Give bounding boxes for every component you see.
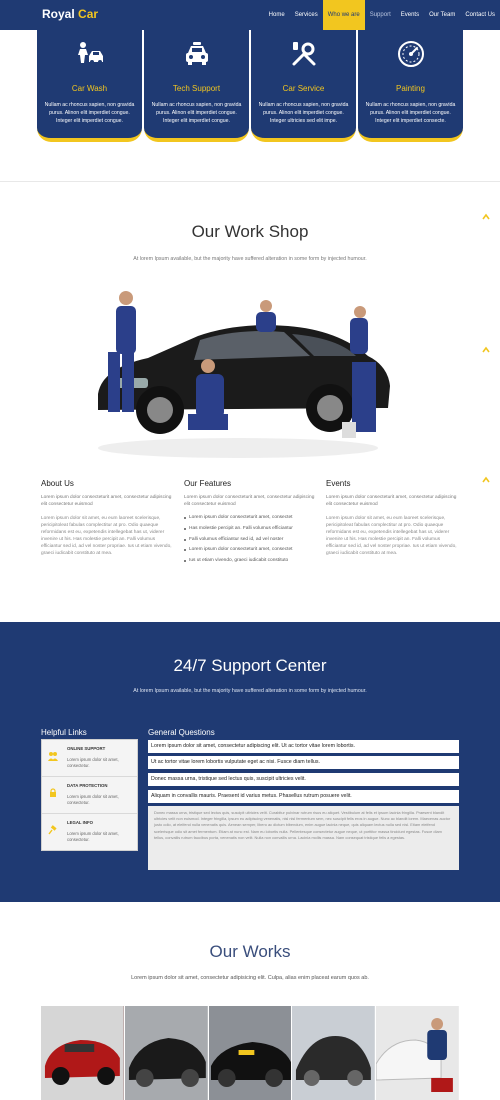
workshop-title: Our Work Shop xyxy=(191,222,309,241)
car-front-icon xyxy=(185,42,208,65)
column-lead: Lorem ipsum dolor consecteturit amet, co… xyxy=(184,495,315,507)
nav-support[interactable]: Support xyxy=(365,0,396,30)
features-list: Lorem ipsum dolor consecteturit amet, co… xyxy=(184,515,318,565)
list-item: Lorem ipsum dolor consecteturit amet, co… xyxy=(184,547,318,554)
speedometer-icon xyxy=(397,41,424,67)
faq-question[interactable]: Lorem ipsum dolor sit amet, consectetur … xyxy=(148,740,459,753)
workshop-image xyxy=(98,291,390,458)
car-photo xyxy=(376,1006,459,1100)
nav-who-we-are[interactable]: Who we are xyxy=(322,0,365,30)
service-card-car-wash[interactable]: Car Wash Nullam ac rhoncus sapien, non g… xyxy=(37,30,142,142)
column-lead: Lorem ipsum dolor consecteturit amet, co… xyxy=(41,495,172,507)
service-title: Painting xyxy=(396,84,425,93)
helpful-link-title: LEGAL INFO xyxy=(67,820,93,825)
service-text: Nullam ac rhoncus sapien, non gravida pu… xyxy=(44,102,135,124)
support-title: 24/7 Support Center xyxy=(173,656,327,675)
brand-accent: Car xyxy=(78,7,99,21)
lock-icon xyxy=(50,788,56,797)
helpful-link-online-support[interactable]: ONLINE SUPPORT Lorem ipsum dolor sit ame… xyxy=(42,740,137,777)
service-card-painting[interactable]: Painting Nullam ac rhoncus sapien, non g… xyxy=(358,30,463,142)
helpful-link-title: DATA PROTECTION xyxy=(67,783,108,788)
chevron-up-icon[interactable] xyxy=(482,476,490,484)
list-item: Falli volumus efficiantur sed id, ad vel… xyxy=(184,537,318,544)
list-item: Ius ut etiam vivendo, graeci iudicabit c… xyxy=(184,558,318,565)
column-heading: Our Features xyxy=(184,479,232,488)
column-body: Lorem ipsum dolor sit amet, eu eum laore… xyxy=(326,516,457,556)
car-photo xyxy=(124,1006,208,1100)
column-body: Lorem ipsum dolor sit amet, eu eum laore… xyxy=(41,516,172,556)
nav-contact-us[interactable]: Contact Us xyxy=(460,0,500,30)
wrench-icon xyxy=(292,42,315,66)
about-us-column: About Us Lorem ipsum dolor consecteturit… xyxy=(41,479,175,557)
nav-home[interactable]: Home xyxy=(264,0,290,30)
helpful-links-box: ONLINE SUPPORT Lorem ipsum dolor sit ame… xyxy=(41,739,138,851)
gavel-icon xyxy=(48,825,57,835)
service-title: Car Service xyxy=(282,84,325,93)
service-text: Nullam ac rhoncus sapien, non gravida pu… xyxy=(365,102,456,124)
our-features-column: Our Features Lorem ipsum dolor consectet… xyxy=(184,479,318,569)
nav-services[interactable]: Services xyxy=(290,0,323,30)
chevron-up-icon[interactable] xyxy=(482,346,490,354)
service-text: Nullam ac rhoncus sapien, non gravida pu… xyxy=(258,102,349,124)
helpful-links-title: Helpful Links xyxy=(41,728,87,737)
gallery-image[interactable] xyxy=(208,1006,292,1100)
service-title: Car Wash xyxy=(71,84,108,93)
chevron-up-icon[interactable] xyxy=(482,213,490,221)
car-wash-icon xyxy=(77,42,103,64)
support-subtitle: At lorem Ipsum available, but the majori… xyxy=(133,688,367,694)
service-title: Tech Support xyxy=(172,84,221,93)
helpful-link-data-protection[interactable]: DATA PROTECTION Lorem ipsum dolor sit am… xyxy=(42,777,137,814)
people-icon xyxy=(48,752,58,761)
list-item: Lorem ipsum dolor consecteturit amet, co… xyxy=(184,515,318,522)
workshop-subtitle: At lorem Ipsum available, but the majori… xyxy=(133,256,367,262)
helpful-link-title: ONLINE SUPPORT xyxy=(67,746,106,751)
column-lead: Lorem ipsum dolor consecteturit amet, co… xyxy=(326,495,457,507)
list-item: Has molestie percipit an. Falli volumus … xyxy=(184,526,318,533)
car-photo xyxy=(292,1006,376,1100)
faq-answer: Donec massa urna, tristique sed lectus q… xyxy=(148,806,459,870)
helpful-link-text: Lorem ipsum dolor sit amet, consectetur. xyxy=(67,831,119,842)
section-divider xyxy=(0,181,500,182)
helpful-link-text: Lorem ipsum dolor sit amet, consectetur. xyxy=(67,757,119,768)
top-nav: Royal Car Home Services Who we are Suppo… xyxy=(0,0,500,30)
gallery-image[interactable] xyxy=(292,1006,376,1100)
service-card-car-service[interactable]: Car Service Nullam ac rhoncus sapien, no… xyxy=(251,30,356,142)
service-cards: Car Wash Nullam ac rhoncus sapien, non g… xyxy=(36,30,464,142)
events-column: Events Lorem ipsum dolor consecteturit a… xyxy=(326,479,460,557)
nav-our-team[interactable]: Our Team xyxy=(424,0,460,30)
main-menu: Home Services Who we are Support Events … xyxy=(264,0,500,30)
faq-question[interactable]: Aliquam in convallis mauris. Praesent id… xyxy=(148,790,459,803)
faq-question[interactable]: Donec massa urna, tristique sed lectus q… xyxy=(148,773,459,786)
brand-logo[interactable]: Royal Car xyxy=(42,7,98,21)
gallery-image[interactable] xyxy=(124,1006,208,1100)
gallery-image[interactable] xyxy=(376,1006,459,1100)
service-card-tech-support[interactable]: Tech Support Nullam ac rhoncus sapien, n… xyxy=(144,30,249,142)
column-heading: Events xyxy=(326,479,351,488)
helpful-link-text: Lorem ipsum dolor sit amet, consectetur. xyxy=(67,794,119,805)
gallery-image[interactable] xyxy=(41,1006,124,1100)
faq-question[interactable]: Ut ac tortor vitae lorem lobortis vulput… xyxy=(148,756,459,769)
works-subtitle: Lorem ipsum dolor sit amet, consectetur … xyxy=(131,975,369,981)
car-photo xyxy=(208,1006,292,1100)
brand-name: Royal xyxy=(42,7,75,21)
column-heading: About Us xyxy=(41,479,74,488)
general-questions-title: General Questions xyxy=(148,728,215,737)
nav-events[interactable]: Events xyxy=(396,0,424,30)
helpful-link-legal-info[interactable]: LEGAL INFO Lorem ipsum dolor sit amet, c… xyxy=(42,814,137,851)
works-gallery xyxy=(41,1006,459,1100)
works-title: Our Works xyxy=(209,942,291,961)
support-section: 24/7 Support Center At lorem Ipsum avail… xyxy=(0,622,500,902)
car-photo xyxy=(41,1006,124,1100)
service-text: Nullam ac rhoncus sapien, non gravida pu… xyxy=(151,102,242,124)
